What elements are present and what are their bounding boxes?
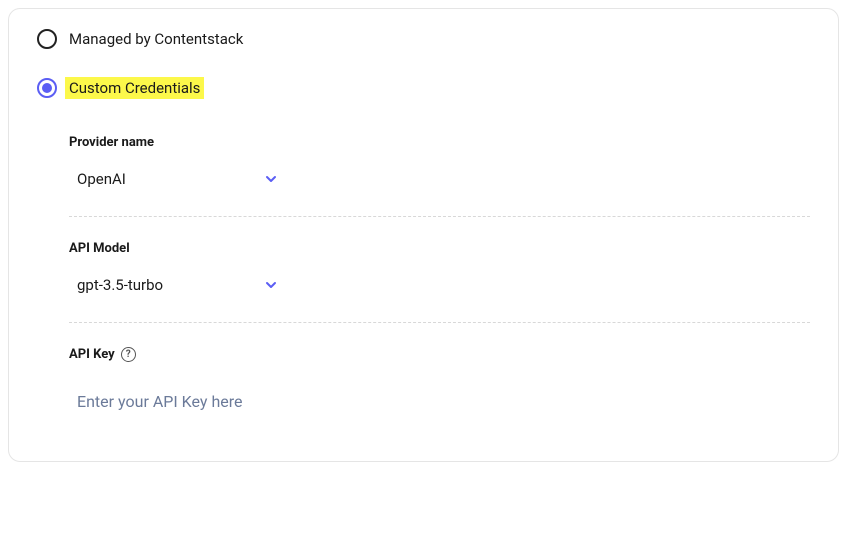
radio-managed-by-contentstack[interactable]: Managed by Contentstack: [37, 29, 810, 49]
radio-custom-label: Custom Credentials: [65, 77, 204, 99]
radio-unselected-icon: [37, 29, 57, 49]
api-model-select[interactable]: gpt-3.5-turbo: [69, 276, 279, 294]
credentials-card: Managed by Contentstack Custom Credentia…: [8, 8, 839, 462]
radio-selected-dot: [42, 83, 52, 93]
provider-select[interactable]: OpenAI: [69, 170, 279, 188]
api-key-field: API Key ?: [69, 323, 810, 421]
api-key-label: API Key: [69, 347, 115, 362]
provider-field: Provider name OpenAI: [69, 127, 810, 216]
radio-custom-credentials[interactable]: Custom Credentials: [37, 77, 810, 99]
api-model-field: API Model gpt-3.5-turbo: [69, 217, 810, 322]
chevron-down-icon: [263, 171, 279, 187]
api-model-value: gpt-3.5-turbo: [77, 276, 163, 294]
radio-selected-icon: [37, 78, 57, 98]
api-key-label-row: API Key ?: [69, 347, 810, 362]
api-key-input[interactable]: [69, 382, 810, 421]
provider-value: OpenAI: [77, 170, 126, 188]
radio-managed-label: Managed by Contentstack: [69, 30, 243, 48]
chevron-down-icon: [263, 277, 279, 293]
help-icon[interactable]: ?: [121, 347, 136, 362]
provider-label: Provider name: [69, 135, 810, 150]
api-model-label: API Model: [69, 241, 810, 256]
custom-credentials-form: Provider name OpenAI API Model gpt-3.5-t…: [37, 127, 810, 421]
